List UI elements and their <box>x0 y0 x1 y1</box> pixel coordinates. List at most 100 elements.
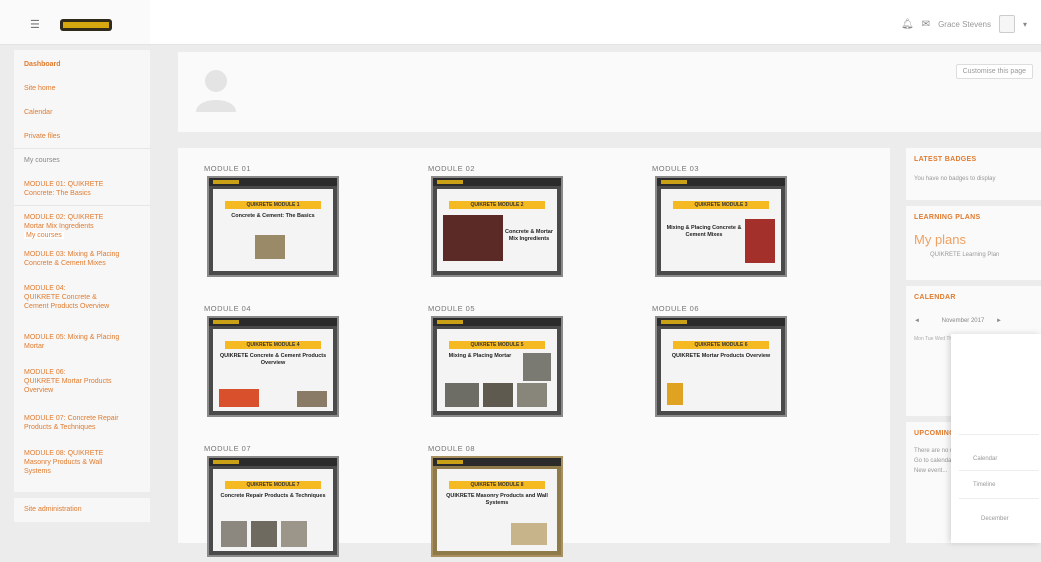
nav-course-08-sub2[interactable]: Systems <box>24 467 51 476</box>
nav-course-03-sub[interactable]: Concrete & Cement Mixes <box>24 259 106 268</box>
slide-title: Concrete & Mortar Mix Ingredients <box>505 229 553 242</box>
popup-item-timeline[interactable]: Timeline <box>973 482 995 488</box>
nav-course-01-sub[interactable]: Concrete: The Basics <box>24 189 91 198</box>
products-photo <box>297 391 327 407</box>
module-thumbnail[interactable]: QUIKRETE MODULE 2 Concrete & Mortar Mix … <box>431 176 563 277</box>
nav-calendar[interactable]: Calendar <box>24 108 52 117</box>
slide-title: QUIKRETE Masonry Products and Wall Syste… <box>446 493 548 506</box>
module-card[interactable]: MODULE 02 QUIKRETE MODULE 2 Concrete & M… <box>428 164 568 282</box>
calendar-prev-icon[interactable]: ◄ <box>914 318 920 324</box>
slide-bar: QUIKRETE MODULE 5 <box>449 341 545 349</box>
badges-text: You have no badges to display <box>914 176 996 182</box>
nav-course-08[interactable]: MODULE 08: QUIKRETE <box>24 449 103 458</box>
popup-item-december[interactable]: December <box>981 516 1009 522</box>
top-navbar: ☰ 🔔︎ ✉ Grace Stevens ▾ <box>0 0 1041 45</box>
module-thumbnail[interactable]: QUIKRETE MODULE 8 QUIKRETE Masonry Produ… <box>431 456 563 557</box>
badges-title: LATEST BADGES <box>914 156 977 163</box>
nav-course-08-sub1[interactable]: Masonry Products & Wall <box>24 458 102 467</box>
module-label[interactable]: MODULE 08 <box>428 444 568 453</box>
user-avatar-icon[interactable] <box>998 15 1015 33</box>
nav-dashboard[interactable]: Dashboard <box>24 60 61 69</box>
wall-photo <box>511 523 547 545</box>
slide-bar: QUIKRETE MODULE 1 <box>225 201 321 209</box>
chevron-down-icon[interactable]: ▾ <box>1023 20 1027 29</box>
popup-divider <box>959 434 1039 435</box>
module-label[interactable]: MODULE 01 <box>204 164 344 173</box>
nav-course-05-sub[interactable]: Mortar <box>24 342 44 351</box>
module-label[interactable]: MODULE 06 <box>652 304 792 313</box>
module-thumbnail[interactable]: QUIKRETE MODULE 1 Concrete & Cement: The… <box>207 176 339 277</box>
hamburger-icon[interactable]: ☰ <box>30 20 40 31</box>
module-thumbnail[interactable]: QUIKRETE MODULE 5 Mixing & Placing Morta… <box>431 316 563 417</box>
nav-course-04-sub2[interactable]: Cement Products Overview <box>24 302 109 311</box>
user-menu-area: 🔔︎ ✉ Grace Stevens ▾ <box>901 15 1027 33</box>
user-name[interactable]: Grace Stevens <box>938 20 991 29</box>
slide-title: QUIKRETE Concrete & Cement Products Over… <box>219 353 327 366</box>
left-drawer-bottom: Site administration <box>14 498 150 522</box>
nav-course-03[interactable]: MODULE 03: Mixing & Placing <box>24 250 119 259</box>
nav-course-07[interactable]: MODULE 07: Concrete Repair <box>24 414 119 423</box>
nav-private-files[interactable]: Private files <box>24 132 60 141</box>
nav-course-04-sub1[interactable]: QUIKRETE Concrete & <box>24 293 97 302</box>
left-drawer: Dashboard Site home Calendar Private fil… <box>14 50 150 492</box>
bell-icon[interactable]: 🔔︎ <box>901 19 914 30</box>
slide-title: Concrete Repair Products & Techniques <box>220 493 326 499</box>
calendar-next-icon[interactable]: ► <box>996 318 1002 324</box>
module-card[interactable]: MODULE 01 QUIKRETE MODULE 1 Concrete & C… <box>204 164 344 282</box>
nav-course-07-sub[interactable]: Products & Techniques <box>24 423 95 432</box>
nav-course-01[interactable]: MODULE 01: QUIKRETE <box>24 180 103 189</box>
calendar-nav: ◄ November 2017 ► <box>914 318 1039 324</box>
module-thumbnail[interactable]: QUIKRETE MODULE 6 QUIKRETE Mortar Produc… <box>655 316 787 417</box>
nav-site-home[interactable]: Site home <box>24 84 56 93</box>
repair-photo <box>281 521 307 547</box>
module-card[interactable]: MODULE 06 QUIKRETE MODULE 6 QUIKRETE Mor… <box>652 304 792 422</box>
my-courses-tooltip: My courses <box>24 232 64 239</box>
module-label[interactable]: MODULE 05 <box>428 304 568 313</box>
calendar-title: CALENDAR <box>914 294 956 301</box>
nav-course-02[interactable]: MODULE 02: QUIKRETE <box>24 213 103 222</box>
course-overview: MODULE 01 QUIKRETE MODULE 1 Concrete & C… <box>178 148 890 557</box>
module-label[interactable]: MODULE 03 <box>652 164 792 173</box>
nav-course-04[interactable]: MODULE 04: <box>24 284 66 293</box>
nav-course-05[interactable]: MODULE 05: Mixing & Placing <box>24 333 119 342</box>
slide-bar: QUIKRETE MODULE 2 <box>449 201 545 209</box>
slide-bar: QUIKRETE MODULE 4 <box>225 341 321 349</box>
mortar-photo <box>445 383 479 407</box>
dropdown-popup: Calendar Timeline December <box>951 334 1041 543</box>
module-card[interactable]: MODULE 05 QUIKRETE MODULE 5 Mixing & Pla… <box>428 304 568 422</box>
calendar-month: November 2017 <box>941 318 985 324</box>
module-card[interactable]: MODULE 04 QUIKRETE MODULE 4 QUIKRETE Con… <box>204 304 344 422</box>
customise-page-button[interactable]: Customise this page <box>955 64 1033 79</box>
nav-divider <box>14 205 150 206</box>
nav-course-02-sub[interactable]: Mortar Mix Ingredients <box>24 222 94 231</box>
nav-course-06[interactable]: MODULE 06: <box>24 368 66 377</box>
site-logo[interactable] <box>60 19 112 31</box>
slide-title: Mixing & Placing Concrete & Cement Mixes <box>666 225 742 238</box>
module-label[interactable]: MODULE 07 <box>204 444 344 453</box>
slide-bar: QUIKRETE MODULE 3 <box>673 201 769 209</box>
module-label[interactable]: MODULE 04 <box>204 304 344 313</box>
module-card[interactable]: MODULE 08 QUIKRETE MODULE 8 QUIKRETE Mas… <box>428 444 568 562</box>
popup-item-calendar[interactable]: Calendar <box>973 456 997 462</box>
module-thumbnail[interactable]: QUIKRETE MODULE 3 Mixing & Placing Concr… <box>655 176 787 277</box>
repair-photo <box>251 521 277 547</box>
nav-divider <box>14 148 150 149</box>
plans-item[interactable]: QUIKRETE Learning Plan <box>930 252 999 258</box>
nav-my-courses[interactable]: My courses <box>24 156 60 165</box>
module-card[interactable]: MODULE 03 QUIKRETE MODULE 3 Mixing & Pla… <box>652 164 792 282</box>
module-label[interactable]: MODULE 02 <box>428 164 568 173</box>
chat-icon[interactable]: ✉ <box>922 19 930 30</box>
module-thumbnail[interactable]: QUIKRETE MODULE 4 QUIKRETE Concrete & Ce… <box>207 316 339 417</box>
my-plans-link[interactable]: My plans <box>914 232 966 247</box>
nav-course-06-sub2[interactable]: Overview <box>24 386 53 395</box>
user-silhouette-icon <box>196 70 236 112</box>
mortar-photo <box>443 215 503 261</box>
new-event-link[interactable]: New event... <box>914 468 947 474</box>
module-card[interactable]: MODULE 07 QUIKRETE MODULE 7 Concrete Rep… <box>204 444 344 562</box>
module-thumbnail[interactable]: QUIKRETE MODULE 7 Concrete Repair Produc… <box>207 456 339 557</box>
nav-course-06-sub1[interactable]: QUIKRETE Mortar Products <box>24 377 112 386</box>
page-header: Customise this page <box>178 52 1041 132</box>
nav-site-administration[interactable]: Site administration <box>24 506 82 513</box>
gravel-photo <box>255 235 285 259</box>
slide-title: Mixing & Placing Mortar <box>448 353 512 359</box>
